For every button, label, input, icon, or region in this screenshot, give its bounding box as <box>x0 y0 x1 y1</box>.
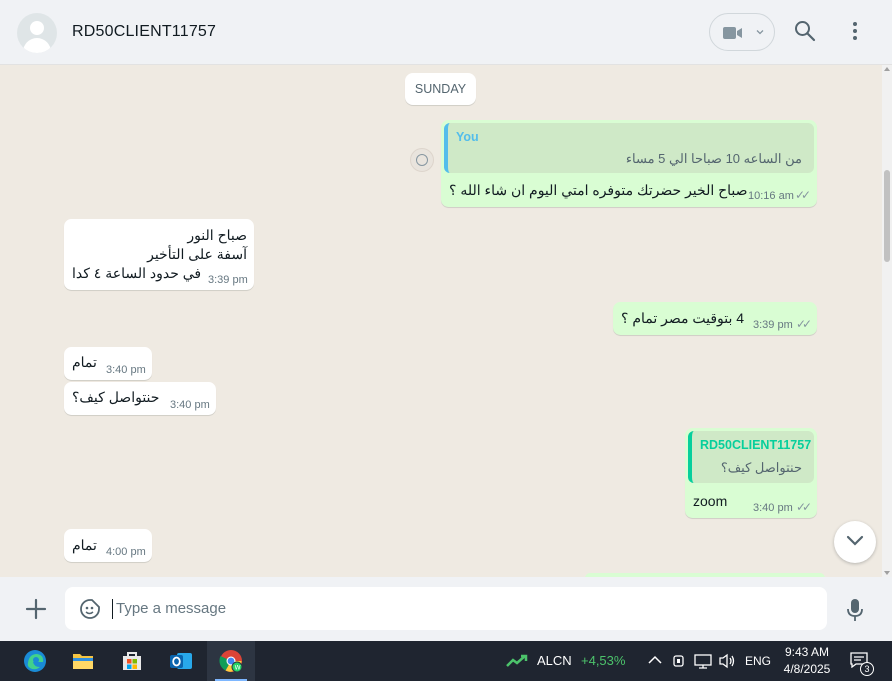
taskbar-file-explorer[interactable] <box>59 641 107 681</box>
menu-kebab-icon[interactable] <box>851 20 859 42</box>
read-ticks-icon: ✓✓ <box>796 500 812 514</box>
contact-avatar[interactable] <box>17 13 57 53</box>
meet-now-icon[interactable] <box>672 653 686 669</box>
message-bubble-outgoing[interactable]: RD50CLIENT11757 حنتواصل كيف؟ zoom 3:40 p… <box>685 428 817 518</box>
stock-trend-icon <box>506 654 528 667</box>
message-input[interactable]: Type a message <box>65 587 827 630</box>
contact-name[interactable]: RD50CLIENT11757 <box>72 23 216 41</box>
whatsapp-window: RD50CLIENT11757 SUNDAY You من الساعه 10 … <box>0 0 892 641</box>
notification-count-badge: 3 <box>860 662 874 676</box>
microsoft-store-icon <box>123 652 141 670</box>
attach-plus-icon[interactable] <box>24 597 48 621</box>
text-caret <box>112 599 113 619</box>
taskbar-outlook[interactable] <box>157 641 205 681</box>
quote-text: من الساعه 10 صباحا الي 5 مساء <box>625 151 802 166</box>
scroll-to-bottom-button[interactable] <box>834 521 876 563</box>
taskbar-edge[interactable] <box>11 641 59 681</box>
message-text: صباح الخير حضرتك متوفره امتي اليوم ان شا… <box>449 182 748 198</box>
edge-browser-icon <box>24 650 46 672</box>
svg-text:W: W <box>235 665 241 672</box>
read-ticks-icon: ✓✓ <box>796 317 812 331</box>
conversation-panel[interactable]: SUNDAY You من الساعه 10 صباحا الي 5 مساء… <box>0 65 892 577</box>
message-time: 3:40 pm <box>170 399 210 411</box>
sticker-icon[interactable] <box>79 598 101 620</box>
clock-time[interactable]: 9:43 AM <box>784 645 830 659</box>
chat-header: RD50CLIENT11757 <box>0 0 892 65</box>
message-bubble-incoming[interactable]: صباح النور آسفة على التأخير في حدود السا… <box>64 219 254 290</box>
message-text: تمام <box>72 537 97 553</box>
stock-change[interactable]: +4,53% <box>581 653 625 668</box>
chat-scrollbar[interactable] <box>882 65 892 577</box>
day-separator: SUNDAY <box>405 73 476 105</box>
read-ticks-icon: ✓✓ <box>795 188 811 202</box>
chevron-down-icon <box>756 30 764 35</box>
stock-symbol[interactable]: ALCN <box>537 653 572 668</box>
quote-text: حنتواصل كيف؟ <box>720 460 802 475</box>
message-bubble-incoming[interactable]: تمام 4:00 pm <box>64 529 152 562</box>
scroll-up-arrow-icon[interactable] <box>884 67 890 71</box>
message-line: في حدود الساعة ٤ كدا <box>72 265 202 281</box>
message-bubble-incoming[interactable]: حنتواصل كيف؟ 3:40 pm <box>64 382 216 415</box>
message-bubble-outgoing[interactable]: You من الساعه 10 صباحا الي 5 مساء صباح ا… <box>441 120 817 207</box>
message-time: 3:40 pm <box>753 502 793 514</box>
message-text: حنتواصل كيف؟ <box>72 389 160 405</box>
video-camera-icon <box>723 27 742 39</box>
video-call-button[interactable] <box>709 13 775 51</box>
search-icon[interactable] <box>794 20 816 42</box>
network-icon[interactable] <box>694 653 712 669</box>
message-text: zoom <box>693 493 728 509</box>
taskbar-chrome-whatsapp[interactable]: W <box>207 641 255 681</box>
taskbar-store[interactable] <box>108 641 156 681</box>
scroll-down-arrow-icon[interactable] <box>884 571 890 575</box>
folder-icon <box>73 654 93 669</box>
quoted-message[interactable]: You من الساعه 10 صباحا الي 5 مساء <box>444 123 814 173</box>
chrome-whatsapp-icon: W <box>219 650 243 673</box>
message-placeholder: Type a message <box>116 600 227 617</box>
quote-author: You <box>456 130 479 144</box>
message-text: تمام <box>72 354 97 370</box>
message-time: 10:16 am <box>748 190 794 202</box>
message-line: صباح النور <box>187 227 247 243</box>
react-emoji-icon[interactable] <box>410 148 434 172</box>
message-bubble-outgoing[interactable]: 4 بتوقيت مصر تمام ؟ 3:39 pm ✓✓ <box>613 302 817 335</box>
quoted-message[interactable]: RD50CLIENT11757 حنتواصل كيف؟ <box>688 431 814 483</box>
message-bubble-incoming[interactable]: تمام 3:40 pm <box>64 347 152 380</box>
message-composer: Type a message <box>0 577 892 641</box>
windows-taskbar: W ALCN +4,53% ENG 9:43 AM 4/8/2025 3 <box>0 641 892 681</box>
message-time: 3:40 pm <box>106 364 146 376</box>
message-time: 4:00 pm <box>106 546 146 558</box>
message-text: 4 بتوقيت مصر تمام ؟ <box>621 310 745 326</box>
chevron-up-icon[interactable] <box>648 655 662 665</box>
chevron-down-icon <box>846 535 864 546</box>
clock-date[interactable]: 4/8/2025 <box>782 662 832 676</box>
message-time: 3:39 pm <box>753 319 793 331</box>
input-language[interactable]: ENG <box>745 654 771 668</box>
message-time: 3:39 pm <box>208 274 248 286</box>
message-line: آسفة على التأخير <box>147 246 247 262</box>
quote-author: RD50CLIENT11757 <box>700 438 812 452</box>
outlook-icon <box>170 653 192 669</box>
scrollbar-thumb[interactable] <box>884 170 890 262</box>
volume-icon[interactable] <box>718 653 736 669</box>
microphone-icon[interactable] <box>846 598 864 622</box>
